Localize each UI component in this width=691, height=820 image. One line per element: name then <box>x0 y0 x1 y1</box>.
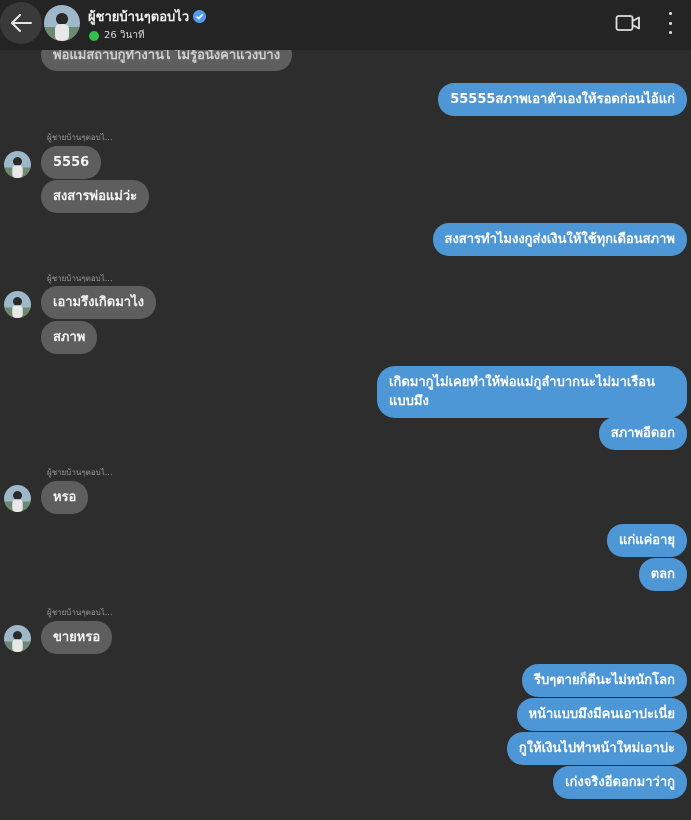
message-bubble-outgoing[interactable]: ตลก <box>638 558 687 591</box>
video-call-icon <box>615 15 640 31</box>
contact-name[interactable]: ผู้ชายบ้านๆตอบไว <box>88 6 207 27</box>
message-bubble-incoming[interactable]: สงสารพ่อแม่ว่ะ <box>41 180 150 213</box>
message-bubble-incoming[interactable]: สภาพ <box>41 321 98 354</box>
message-bubble-incoming[interactable]: ขายหรอ <box>41 621 113 654</box>
message-text: รีบๆตายก็ดีนะไม่หนักโลก <box>533 673 675 688</box>
more-options-button[interactable] <box>660 10 680 36</box>
message-text: สงสารพ่อแม่ว่ะ <box>53 189 138 204</box>
message-text: เกิดมากูไม่เคยทำให้พ่อแม่กูลำบากนะไม่มาเ… <box>389 375 655 409</box>
more-options-icon <box>668 12 672 15</box>
presence-status: 26 วินาที <box>89 28 145 43</box>
message-text: เอามรึงเกิดมาไง <box>53 295 144 310</box>
message-text: พ่อแม่สถาบกูทำงานไ ไม่รู้อนังคาแวงบาง <box>53 48 281 63</box>
message-bubble-outgoing[interactable]: หน้าแบบมึงมีคนเอาปะเนี่ย <box>516 698 687 731</box>
back-arrow-icon <box>11 14 32 32</box>
message-bubble-outgoing[interactable]: แก่แค่อายุ <box>606 524 687 557</box>
message-text: เก่งจริงอีดอกมาว่ากู <box>565 775 675 790</box>
message-bubble-outgoing[interactable]: เก่งจริงอีดอกมาว่ากู <box>553 766 687 799</box>
avatar[interactable] <box>4 291 31 318</box>
message-bubble-outgoing[interactable]: เกิดมากูไม่เคยทำให้พ่อแม่กูลำบากนะไม่มาเ… <box>377 366 687 418</box>
back-button[interactable] <box>0 2 42 44</box>
message-text: แก่แค่อายุ <box>618 533 675 548</box>
message-bubble-incoming[interactable]: หรอ <box>41 481 89 514</box>
message-text: สงสารทำไมงงกูส่งเงินให้ใช้ทุกเดือนสภาพ <box>444 232 675 247</box>
message-bubble-outgoing[interactable]: กูให้เงินไปทำหน้าใหม่เอาปะ <box>506 732 687 765</box>
message-bubble-outgoing[interactable]: สงสารทำไมงงกูส่งเงินให้ใช้ทุกเดือนสภาพ <box>432 223 687 256</box>
message-bubble-incoming[interactable]: 5556 <box>41 146 102 179</box>
chat-header: ผู้ชายบ้านๆตอบไว 26 วินาที <box>0 0 691 50</box>
message-text: ตลก <box>650 567 675 582</box>
online-indicator <box>89 30 99 41</box>
message-bubble-incoming[interactable]: เอามรึงเกิดมาไง <box>41 286 156 319</box>
contact-avatar[interactable] <box>44 5 80 41</box>
avatar[interactable] <box>4 485 31 512</box>
message-bubble-outgoing[interactable]: 55555สภาพเอาตัวเองให้รอดก่อนไอ้แก่ <box>438 83 687 116</box>
message-bubble-outgoing[interactable]: รีบๆตายก็ดีนะไม่หนักโลก <box>521 664 687 697</box>
message-text: กูให้เงินไปทำหน้าใหม่เอาปะ <box>518 741 675 756</box>
sender-name: ผู้ชายบ้านๆตอบไ... <box>47 274 113 283</box>
message-text: สภาพอีดอก <box>610 426 675 441</box>
message-text: ขายหรอ <box>53 630 101 645</box>
message-text: 5556 <box>53 155 90 170</box>
message-text: หน้าแบบมึงมีคนเอาปะเนี่ย <box>528 707 675 722</box>
sender-name: ผู้ชายบ้านๆตอบไ... <box>47 608 113 617</box>
verified-icon <box>193 10 207 23</box>
avatar[interactable] <box>4 625 31 652</box>
message-text: 55555สภาพเอาตัวเองให้รอดก่อนไอ้แก่ <box>450 92 675 107</box>
message-text: หรอ <box>53 490 77 505</box>
video-call-button[interactable] <box>615 13 641 33</box>
message-bubble-outgoing[interactable]: สภาพอีดอก <box>598 417 687 450</box>
sender-name: ผู้ชายบ้านๆตอบไ... <box>47 468 113 477</box>
message-text: สภาพ <box>53 330 86 345</box>
status-text: 26 วินาที <box>104 30 145 41</box>
sender-name: ผู้ชายบ้านๆตอบไ... <box>47 133 113 142</box>
contact-name-text: ผู้ชายบ้านๆตอบไว <box>88 10 190 25</box>
avatar[interactable] <box>4 151 31 178</box>
